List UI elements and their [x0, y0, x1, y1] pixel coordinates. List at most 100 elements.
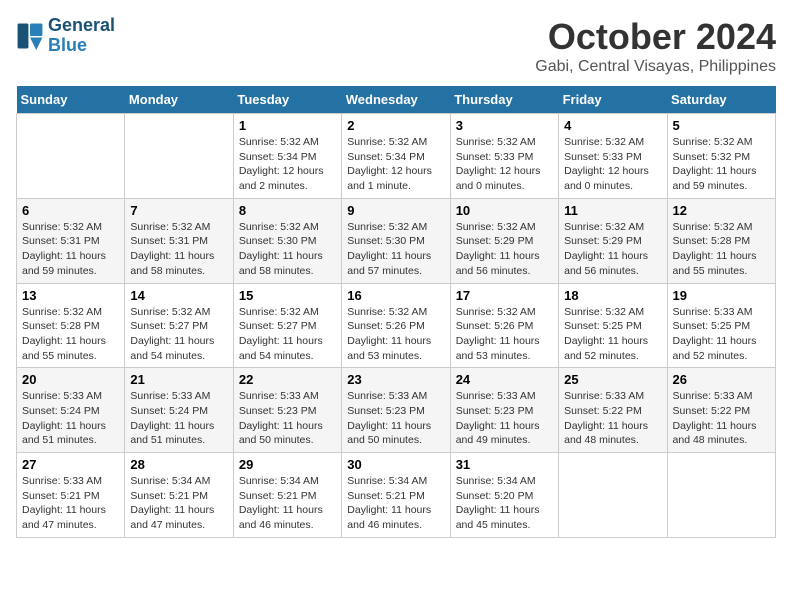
calendar-cell: 9 Sunrise: 5:32 AMSunset: 5:30 PMDaylight…: [342, 198, 450, 283]
day-number: 25: [564, 372, 661, 387]
day-info: Sunrise: 5:34 AMSunset: 5:20 PMDaylight:…: [456, 474, 553, 533]
month-title: October 2024: [535, 16, 776, 58]
day-number: 4: [564, 118, 661, 133]
day-info: Sunrise: 5:32 AMSunset: 5:26 PMDaylight:…: [456, 305, 553, 364]
calendar-cell: 24Sunrise: 5:33 AMSunset: 5:23 PMDayligh…: [450, 368, 558, 453]
day-info: Sunrise: 5:32 AMSunset: 5:31 PMDaylight:…: [22, 220, 119, 279]
calendar-cell: [125, 114, 233, 199]
calendar-cell: [559, 453, 667, 538]
calendar-cell: 3 Sunrise: 5:32 AMSunset: 5:33 PMDaylight…: [450, 114, 558, 199]
calendar-cell: 31 Sunrise: 5:34 AMSunset: 5:20 PMDayligh…: [450, 453, 558, 538]
day-number: 26: [673, 372, 770, 387]
calendar-cell: [17, 114, 125, 199]
logo-text: General Blue: [48, 16, 115, 56]
day-info: Sunrise: 5:33 AMSunset: 5:24 PMDaylight:…: [22, 389, 119, 448]
day-info: Sunrise: 5:32 AMSunset: 5:29 PMDaylight:…: [456, 220, 553, 279]
day-number: 11: [564, 203, 661, 218]
day-number: 14: [130, 288, 227, 303]
logo: General Blue: [16, 16, 115, 56]
weekday-header-wednesday: Wednesday: [342, 86, 450, 114]
day-number: 15: [239, 288, 336, 303]
calendar-cell: 7Sunrise: 5:32 AMSunset: 5:31 PMDaylight…: [125, 198, 233, 283]
calendar-cell: 26 Sunrise: 5:33 AMSunset: 5:22 PMDayligh…: [667, 368, 775, 453]
calendar-cell: 1 Sunrise: 5:32 AMSunset: 5:34 PMDaylight…: [233, 114, 341, 199]
day-number: 28: [130, 457, 227, 472]
day-number: 19: [673, 288, 770, 303]
day-info: Sunrise: 5:33 AMSunset: 5:22 PMDaylight:…: [564, 389, 661, 448]
day-number: 21: [130, 372, 227, 387]
week-row-2: 6 Sunrise: 5:32 AMSunset: 5:31 PMDaylight…: [17, 198, 776, 283]
calendar-cell: 5 Sunrise: 5:32 AMSunset: 5:32 PMDaylight…: [667, 114, 775, 199]
day-info: Sunrise: 5:33 AMSunset: 5:25 PMDaylight:…: [673, 305, 770, 364]
logo-icon: [16, 22, 44, 50]
day-info: Sunrise: 5:32 AMSunset: 5:25 PMDaylight:…: [564, 305, 661, 364]
day-number: 1: [239, 118, 336, 133]
day-info: Sunrise: 5:32 AMSunset: 5:32 PMDaylight:…: [673, 135, 770, 194]
weekday-header-sunday: Sunday: [17, 86, 125, 114]
week-row-3: 13 Sunrise: 5:32 AMSunset: 5:28 PMDayligh…: [17, 283, 776, 368]
calendar-cell: 25 Sunrise: 5:33 AMSunset: 5:22 PMDayligh…: [559, 368, 667, 453]
calendar-cell: 12 Sunrise: 5:32 AMSunset: 5:28 PMDayligh…: [667, 198, 775, 283]
day-number: 31: [456, 457, 553, 472]
day-number: 13: [22, 288, 119, 303]
calendar-cell: 15 Sunrise: 5:32 AMSunset: 5:27 PMDayligh…: [233, 283, 341, 368]
day-number: 8: [239, 203, 336, 218]
calendar-cell: 21 Sunrise: 5:33 AMSunset: 5:24 PMDayligh…: [125, 368, 233, 453]
day-number: 20: [22, 372, 119, 387]
calendar-cell: 17Sunrise: 5:32 AMSunset: 5:26 PMDayligh…: [450, 283, 558, 368]
day-info: Sunrise: 5:32 AMSunset: 5:28 PMDaylight:…: [673, 220, 770, 279]
calendar-cell: 23 Sunrise: 5:33 AMSunset: 5:23 PMDayligh…: [342, 368, 450, 453]
calendar-cell: 30 Sunrise: 5:34 AMSunset: 5:21 PMDayligh…: [342, 453, 450, 538]
day-info: Sunrise: 5:32 AMSunset: 5:28 PMDaylight:…: [22, 305, 119, 364]
day-number: 30: [347, 457, 444, 472]
day-info: Sunrise: 5:33 AMSunset: 5:22 PMDaylight:…: [673, 389, 770, 448]
day-number: 3: [456, 118, 553, 133]
weekday-header-monday: Monday: [125, 86, 233, 114]
day-number: 5: [673, 118, 770, 133]
day-info: Sunrise: 5:32 AMSunset: 5:27 PMDaylight:…: [239, 305, 336, 364]
day-info: Sunrise: 5:33 AMSunset: 5:24 PMDaylight:…: [130, 389, 227, 448]
day-number: 23: [347, 372, 444, 387]
day-number: 2: [347, 118, 444, 133]
calendar-table: SundayMondayTuesdayWednesdayThursdayFrid…: [16, 86, 776, 538]
calendar-cell: 4Sunrise: 5:32 AMSunset: 5:33 PMDaylight…: [559, 114, 667, 199]
day-info: Sunrise: 5:33 AMSunset: 5:23 PMDaylight:…: [347, 389, 444, 448]
day-info: Sunrise: 5:32 AMSunset: 5:33 PMDaylight:…: [456, 135, 553, 194]
calendar-cell: 28Sunrise: 5:34 AMSunset: 5:21 PMDayligh…: [125, 453, 233, 538]
weekday-header-saturday: Saturday: [667, 86, 775, 114]
week-row-4: 20 Sunrise: 5:33 AMSunset: 5:24 PMDayligh…: [17, 368, 776, 453]
calendar-cell: 27 Sunrise: 5:33 AMSunset: 5:21 PMDayligh…: [17, 453, 125, 538]
day-info: Sunrise: 5:33 AMSunset: 5:23 PMDaylight:…: [239, 389, 336, 448]
location-subtitle: Gabi, Central Visayas, Philippines: [535, 58, 776, 76]
week-row-1: 1 Sunrise: 5:32 AMSunset: 5:34 PMDaylight…: [17, 114, 776, 199]
calendar-cell: 18Sunrise: 5:32 AMSunset: 5:25 PMDayligh…: [559, 283, 667, 368]
day-info: Sunrise: 5:34 AMSunset: 5:21 PMDaylight:…: [239, 474, 336, 533]
weekday-header-row: SundayMondayTuesdayWednesdayThursdayFrid…: [17, 86, 776, 114]
day-number: 10: [456, 203, 553, 218]
calendar-cell: 22 Sunrise: 5:33 AMSunset: 5:23 PMDayligh…: [233, 368, 341, 453]
day-number: 24: [456, 372, 553, 387]
calendar-cell: 29Sunrise: 5:34 AMSunset: 5:21 PMDayligh…: [233, 453, 341, 538]
day-info: Sunrise: 5:32 AMSunset: 5:30 PMDaylight:…: [347, 220, 444, 279]
weekday-header-tuesday: Tuesday: [233, 86, 341, 114]
day-number: 16: [347, 288, 444, 303]
calendar-cell: 10 Sunrise: 5:32 AMSunset: 5:29 PMDayligh…: [450, 198, 558, 283]
weekday-header-thursday: Thursday: [450, 86, 558, 114]
day-number: 12: [673, 203, 770, 218]
day-info: Sunrise: 5:34 AMSunset: 5:21 PMDaylight:…: [347, 474, 444, 533]
day-number: 6: [22, 203, 119, 218]
calendar-cell: 6 Sunrise: 5:32 AMSunset: 5:31 PMDaylight…: [17, 198, 125, 283]
day-info: Sunrise: 5:32 AMSunset: 5:34 PMDaylight:…: [347, 135, 444, 194]
day-info: Sunrise: 5:32 AMSunset: 5:27 PMDaylight:…: [130, 305, 227, 364]
logo-line2: Blue: [48, 35, 87, 55]
calendar-cell: 19 Sunrise: 5:33 AMSunset: 5:25 PMDayligh…: [667, 283, 775, 368]
page-header: General Blue October 2024 Gabi, Central …: [16, 16, 776, 76]
calendar-cell: 2 Sunrise: 5:32 AMSunset: 5:34 PMDaylight…: [342, 114, 450, 199]
day-info: Sunrise: 5:32 AMSunset: 5:34 PMDaylight:…: [239, 135, 336, 194]
day-number: 22: [239, 372, 336, 387]
day-info: Sunrise: 5:32 AMSunset: 5:31 PMDaylight:…: [130, 220, 227, 279]
day-info: Sunrise: 5:33 AMSunset: 5:21 PMDaylight:…: [22, 474, 119, 533]
day-number: 9: [347, 203, 444, 218]
day-number: 27: [22, 457, 119, 472]
calendar-cell: 14 Sunrise: 5:32 AMSunset: 5:27 PMDayligh…: [125, 283, 233, 368]
